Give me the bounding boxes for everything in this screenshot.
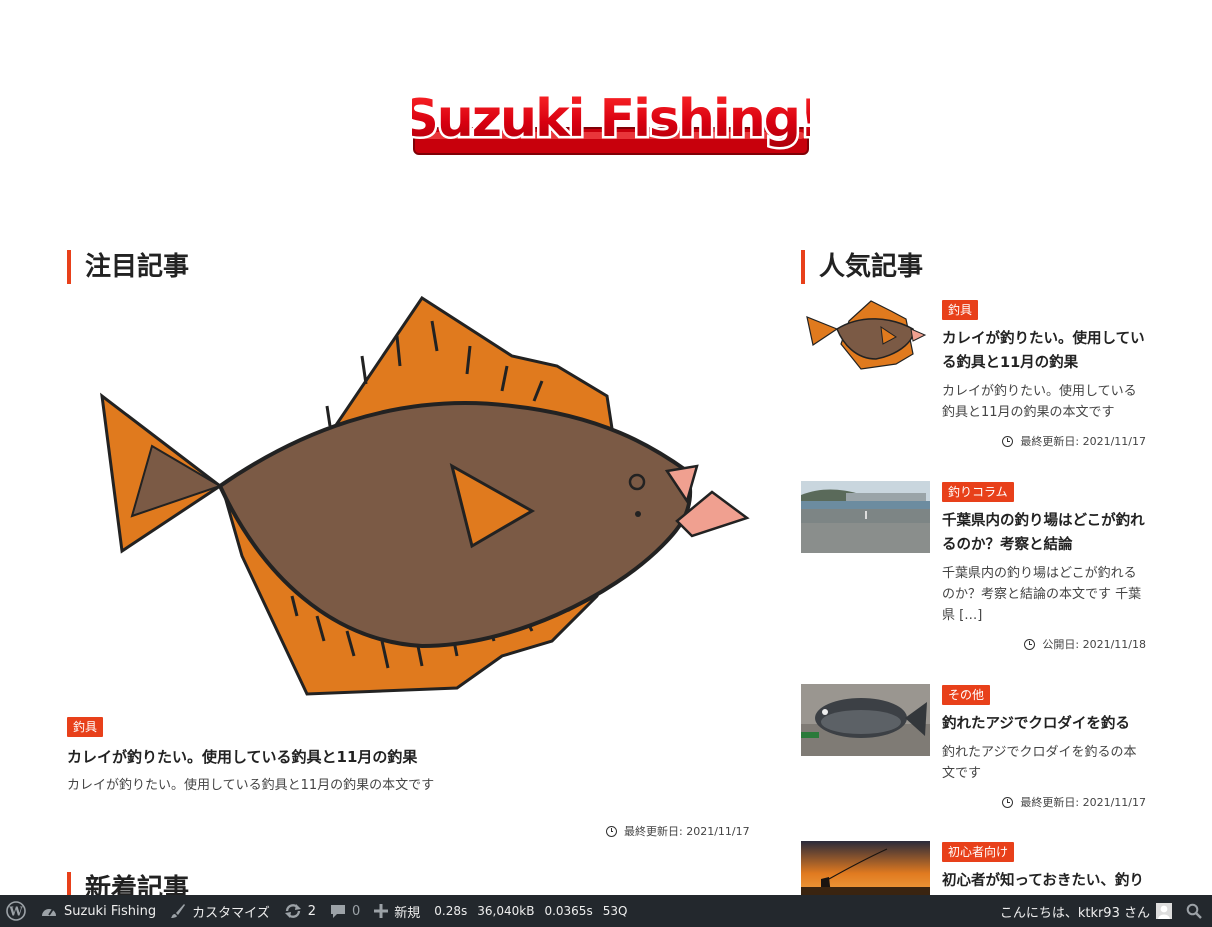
site-logo[interactable]: Suzuki Fishing! (412, 84, 810, 160)
memory-stat: 36,040kB (477, 904, 535, 918)
black-seabream-photo-icon (801, 684, 930, 756)
customize-link[interactable]: カスタマイズ (163, 895, 277, 927)
popular-heading: 人気記事 (801, 250, 923, 284)
featured-heading: 注目記事 (67, 250, 189, 284)
updates-count: 2 (307, 903, 316, 919)
site-logo-graphic: Suzuki Fishing! (412, 87, 810, 155)
dashboard-icon (40, 903, 58, 919)
updates-link[interactable]: 2 (277, 895, 323, 927)
popular-date: 公開日: 2021/11/18 (942, 636, 1146, 652)
comments-link[interactable]: 0 (323, 895, 367, 927)
popular-date: 最終更新日: 2021/11/17 (942, 433, 1146, 449)
updates-icon (284, 903, 302, 919)
admin-bar: W Suzuki Fishing カスタマイズ 2 0 新規 0.28s 36,… (0, 895, 1212, 927)
wordpress-logo-button[interactable]: W (0, 895, 33, 927)
my-account-link[interactable]: こんにちは、ktkr93 さん (993, 895, 1179, 927)
query-monitor-stats[interactable]: 0.28s 36,040kB 0.0365s 53Q (427, 895, 634, 927)
clock-icon (1002, 435, 1014, 447)
featured-date: 最終更新日: 2021/11/17 (606, 823, 750, 839)
site-name-link[interactable]: Suzuki Fishing (33, 895, 163, 927)
popular-category-badge[interactable]: その他 (942, 685, 991, 705)
new-content-link[interactable]: 新規 (367, 895, 427, 927)
popular-title-link[interactable]: 千葉県内の釣り場はどこが釣れるのか？考察と結論 (942, 509, 1146, 557)
plus-icon (374, 904, 389, 918)
popular-thumbnail[interactable] (801, 299, 930, 371)
paintbrush-icon (170, 903, 186, 919)
comments-count: 0 (352, 903, 361, 919)
flounder-illustration-icon (100, 295, 750, 696)
popular-date-text: 最終更新日: 2021/11/17 (1020, 435, 1146, 448)
query-count-stat: 53Q (602, 904, 628, 918)
clock-icon (1002, 796, 1014, 808)
query-time-stat: 0.0365s (544, 904, 593, 918)
popular-date-text: 公開日: 2021/11/18 (1042, 638, 1146, 651)
popular-date: 最終更新日: 2021/11/17 (942, 794, 1146, 810)
popular-category-badge[interactable]: 釣りコラム (942, 482, 1014, 502)
site-name-label: Suzuki Fishing (64, 903, 157, 919)
pier-photo-icon (801, 481, 930, 553)
popular-title-link[interactable]: 釣れたアジでクロダイを釣る (942, 712, 1146, 736)
popular-thumbnail[interactable] (801, 684, 930, 756)
clock-icon (606, 825, 617, 837)
popular-category-badge[interactable]: 釣具 (942, 300, 979, 320)
customize-label: カスタマイズ (192, 905, 270, 921)
page-time-stat: 0.28s (434, 904, 468, 918)
svg-text:W: W (8, 905, 23, 919)
search-button[interactable] (1179, 895, 1212, 927)
search-icon (1186, 903, 1202, 919)
avatar (1156, 903, 1172, 919)
popular-title-link[interactable]: 初心者が知っておきたい、釣り (942, 869, 1146, 893)
popular-title-link[interactable]: カレイが釣りたい。使用している釣具と11月の釣果 (942, 327, 1146, 375)
new-content-label: 新規 (394, 905, 421, 921)
popular-thumbnail[interactable] (801, 841, 930, 895)
popular-excerpt: 釣れたアジでクロダイを釣るの本文です (942, 745, 1137, 781)
flounder-thumbnail-icon (801, 299, 930, 371)
comment-bubble-icon (330, 903, 346, 919)
popular-thumbnail[interactable] (801, 481, 930, 553)
wordpress-logo-icon: W (6, 901, 26, 921)
popular-excerpt: カレイが釣りたい。使用している釣具と11月の釣果の本文です (942, 384, 1137, 420)
popular-category-badge[interactable]: 初心者向け (942, 842, 1015, 862)
popular-excerpt: 千葉県内の釣り場はどこが釣れるのか？考察と結論の本文です 千葉県 […] (942, 566, 1142, 623)
svg-text:Suzuki Fishing!: Suzuki Fishing! (412, 89, 810, 149)
featured-image[interactable] (92, 295, 752, 700)
featured-title-link[interactable]: カレイが釣りたい。使用している釣具と11月の釣果 (67, 746, 417, 768)
featured-excerpt: カレイが釣りたい。使用している釣具と11月の釣果の本文です (67, 778, 435, 793)
sunset-fishing-photo-icon (801, 841, 930, 895)
featured-category-badge[interactable]: 釣具 (67, 717, 104, 737)
featured-date-text: 最終更新日: 2021/11/17 (624, 825, 750, 838)
clock-icon (1024, 638, 1036, 650)
greeting-text: こんにちは、ktkr93 さん (999, 905, 1150, 921)
popular-date-text: 最終更新日: 2021/11/17 (1020, 796, 1146, 809)
